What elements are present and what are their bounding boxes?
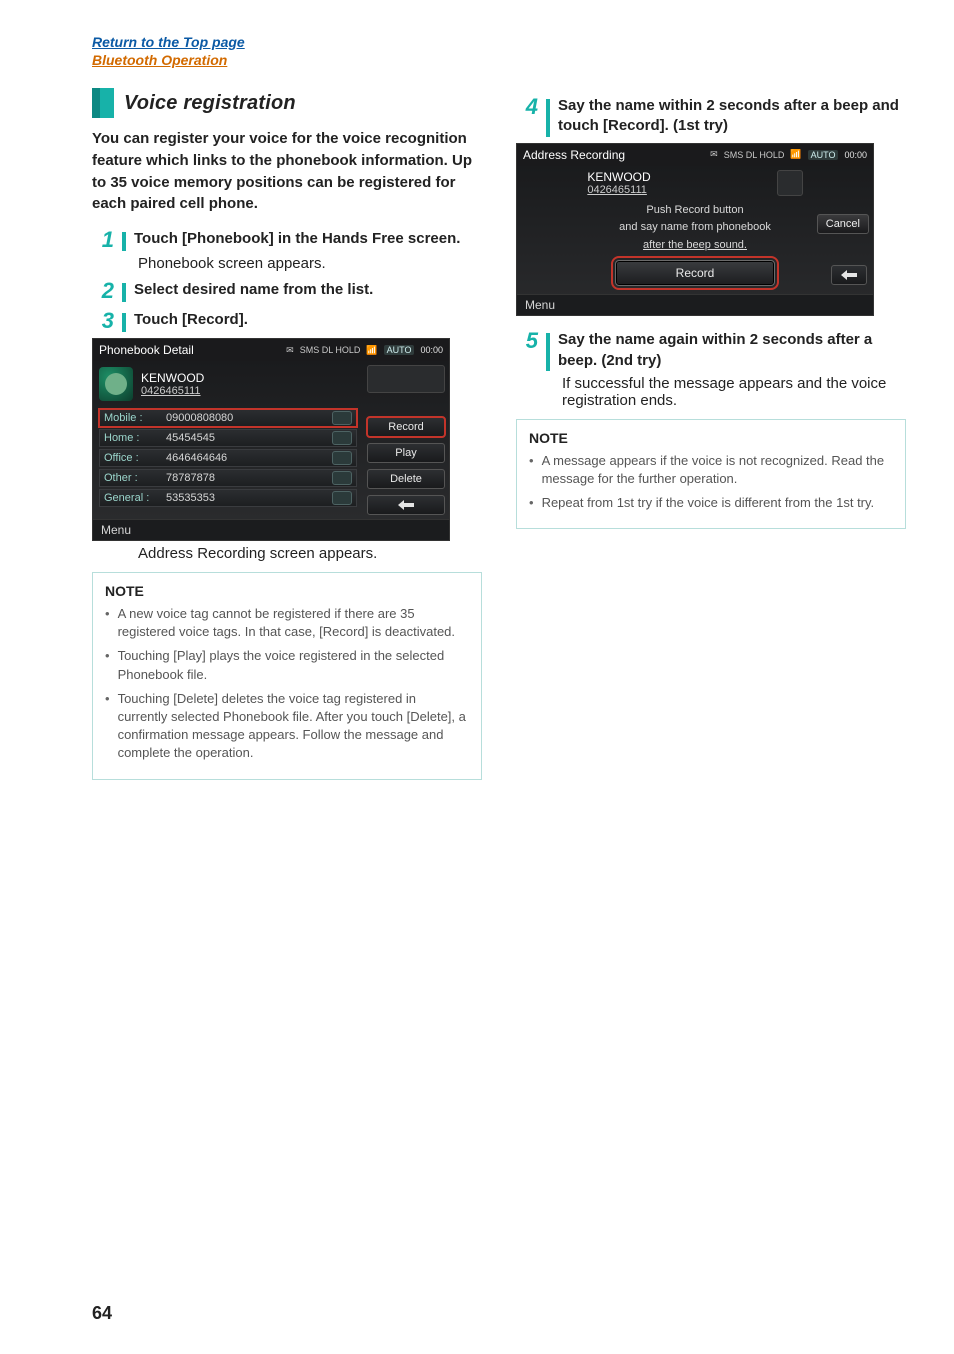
back-button[interactable]: [367, 495, 445, 515]
clock: 00:00: [844, 150, 867, 160]
step-text: Touch [Record].: [134, 310, 482, 330]
note-item: A new voice tag cannot be registered if …: [118, 605, 469, 641]
antenna-icon: 📶: [790, 149, 801, 160]
step-text: Say the name again within 2 seconds afte…: [558, 330, 906, 371]
note-box: NOTE A message appears if the voice is n…: [516, 419, 906, 530]
sms-icon: ✉: [710, 149, 718, 160]
status-text: SMS DL HOLD: [300, 345, 361, 355]
row-label: General :: [104, 492, 158, 504]
row-label: Mobile :: [104, 412, 158, 424]
row-indicator: [332, 491, 352, 505]
bluetooth-operation-link[interactable]: Bluetooth Operation: [92, 52, 227, 68]
note-item: A message appears if the voice is not re…: [542, 452, 893, 488]
status-text: SMS DL HOLD: [724, 150, 785, 160]
phonebook-detail-screenshot: Phonebook Detail ✉ SMS DL HOLD 📶 AUTO 00…: [92, 338, 450, 541]
list-item[interactable]: Office : 4646464646: [99, 449, 357, 467]
back-arrow-icon: [396, 499, 416, 511]
note-box: NOTE A new voice tag cannot be registere…: [92, 572, 482, 780]
instruction-line: Push Record button: [523, 202, 867, 220]
step-number: 4: [516, 96, 538, 118]
note-item: Repeat from 1st try if the voice is diff…: [542, 494, 875, 512]
contact-number: 0426465111: [587, 184, 650, 196]
ss-title: Phonebook Detail: [99, 343, 194, 357]
delete-button[interactable]: Delete: [367, 469, 445, 489]
row-value: 09000808080: [166, 412, 324, 424]
section-title: Voice registration: [124, 92, 296, 115]
step-subtext: If successful the message appears and th…: [562, 375, 906, 409]
step-text: Select desired name from the list.: [134, 280, 482, 300]
antenna-icon: 📶: [366, 345, 377, 356]
list-item[interactable]: Mobile : 09000808080: [99, 409, 357, 427]
note-item: Touching [Delete] deletes the voice tag …: [118, 690, 469, 763]
list-item[interactable]: Other : 78787878: [99, 469, 357, 487]
sms-icon: ✉: [286, 345, 294, 356]
auto-chip: AUTO: [384, 345, 415, 355]
note-title: NOTE: [529, 430, 893, 446]
contact-avatar: [99, 367, 133, 401]
record-button[interactable]: Record: [367, 417, 445, 437]
list-item[interactable]: Home : 45454545: [99, 429, 357, 447]
step-number: 5: [516, 330, 538, 352]
section-marker-icon: [92, 88, 114, 118]
signal-badge: [777, 170, 803, 196]
cancel-button[interactable]: Cancel: [817, 214, 869, 234]
back-arrow-icon: [839, 269, 859, 281]
note-title: NOTE: [105, 583, 469, 599]
step-text: Say the name within 2 seconds after a be…: [558, 96, 906, 137]
signal-badge: [367, 365, 445, 393]
auto-chip: AUTO: [808, 150, 839, 160]
row-indicator: [332, 451, 352, 465]
contact-name: KENWOOD: [141, 371, 204, 385]
clock: 00:00: [420, 345, 443, 355]
page-number: 64: [92, 1303, 112, 1324]
row-value: 78787878: [166, 472, 324, 484]
contact-name: KENWOOD: [587, 170, 650, 184]
step-divider: [546, 333, 550, 371]
record-button[interactable]: Record: [615, 260, 775, 286]
instruction-line: and say name from phonebook: [523, 219, 867, 237]
menu-bar[interactable]: Menu: [93, 519, 449, 540]
step-text: Touch [Phonebook] in the Hands Free scre…: [134, 229, 482, 249]
intro-text: You can register your voice for the voic…: [92, 128, 482, 215]
row-label: Office :: [104, 452, 158, 464]
ss-title: Address Recording: [523, 148, 625, 162]
row-indicator: [332, 411, 352, 425]
step-divider: [122, 232, 126, 251]
step-number: 1: [92, 229, 114, 251]
address-recording-screenshot: Address Recording ✉ SMS DL HOLD 📶 AUTO 0…: [516, 143, 874, 317]
row-label: Other :: [104, 472, 158, 484]
row-indicator: [332, 431, 352, 445]
row-value: 4646464646: [166, 452, 324, 464]
note-item: Touching [Play] plays the voice register…: [118, 647, 469, 683]
row-value: 45454545: [166, 432, 324, 444]
step-divider: [122, 313, 126, 332]
step-subtext: Phonebook screen appears.: [138, 255, 482, 272]
step-divider: [546, 99, 550, 137]
contact-number: 0426465111: [141, 385, 204, 397]
step-divider: [122, 283, 126, 302]
row-value: 53535353: [166, 492, 324, 504]
row-indicator: [332, 471, 352, 485]
step-number: 2: [92, 280, 114, 302]
return-top-link[interactable]: Return to the Top page: [92, 34, 245, 50]
play-button[interactable]: Play: [367, 443, 445, 463]
back-button[interactable]: [831, 265, 867, 285]
step-number: 3: [92, 310, 114, 332]
list-item[interactable]: General : 53535353: [99, 489, 357, 507]
step-subtext: Address Recording screen appears.: [138, 545, 482, 562]
instruction-line: after the beep sound.: [523, 237, 867, 255]
row-label: Home :: [104, 432, 158, 444]
menu-bar[interactable]: Menu: [517, 294, 873, 315]
